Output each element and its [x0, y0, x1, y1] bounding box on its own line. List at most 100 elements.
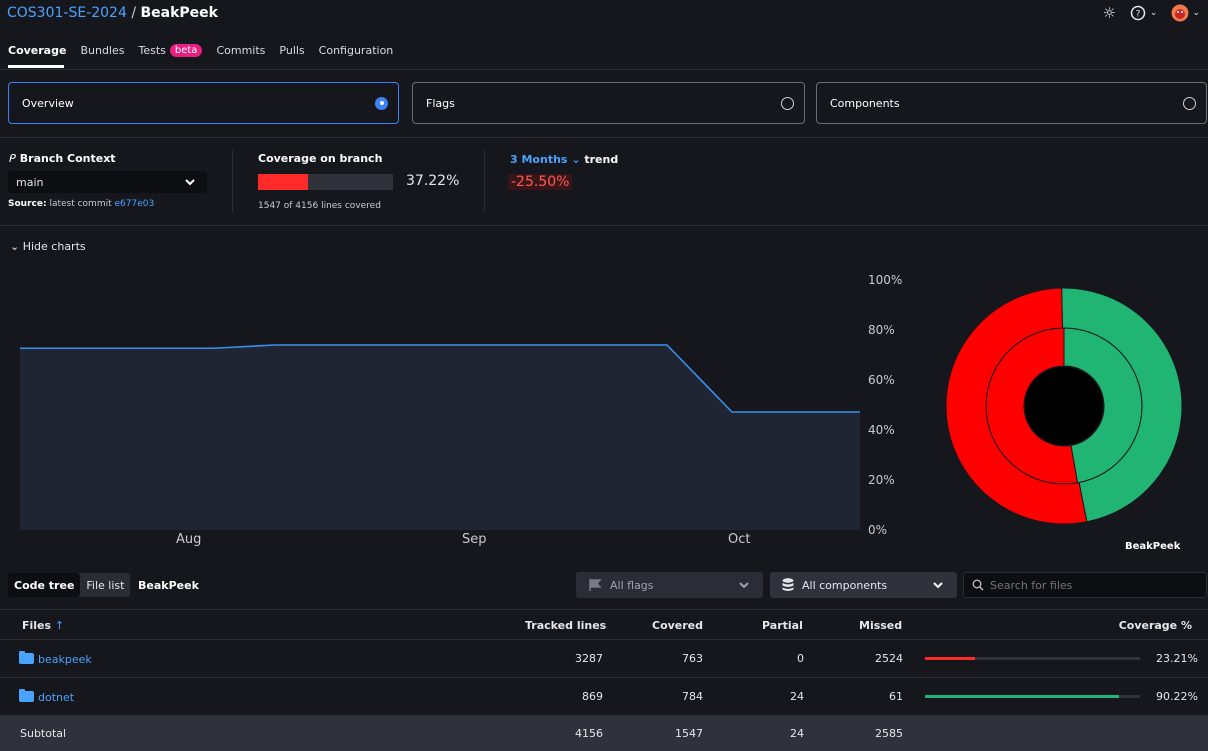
chevron-down-icon: ⌄	[1149, 8, 1158, 18]
tab-coverage[interactable]: Coverage	[8, 44, 66, 57]
active-tab-underline	[8, 65, 64, 68]
missed-cell: 61	[889, 690, 903, 703]
flags-dropdown[interactable]: All flags	[576, 572, 763, 598]
x-tick-label: Oct	[728, 532, 751, 547]
trend-period-select[interactable]: 3 Months ⌄	[510, 153, 581, 166]
folder-link-dotnet[interactable]: dotnet	[19, 689, 74, 704]
flags-card[interactable]: Flags	[412, 82, 805, 124]
divider	[0, 69, 1208, 70]
covered-cell: 763	[682, 652, 703, 665]
source-text: latest commit	[49, 199, 112, 209]
x-tick-label: Sep	[462, 532, 487, 547]
y-tick-label: 0%	[868, 523, 888, 537]
trend-label-text: trend	[584, 153, 619, 166]
header-actions: ☼ ? ⌄ ⌄	[1102, 4, 1200, 22]
beta-badge: beta	[169, 44, 203, 57]
row-coverage-bar-fill	[925, 657, 975, 660]
partial-cell: 0	[797, 652, 804, 665]
tab-bundles[interactable]: Bundles	[80, 44, 124, 57]
tree-breadcrumb[interactable]: BeakPeek	[138, 579, 199, 592]
top-header: COS301-SE-2024 / BeakPeek ☼ ? ⌄ ⌄	[0, 0, 1208, 28]
x-tick-label: Aug	[176, 532, 202, 547]
coverage-cell: 90.22%	[1156, 690, 1198, 703]
trend-value: -25.50%	[508, 174, 573, 190]
chevron-down-icon	[933, 581, 943, 588]
row-coverage-bar	[925, 695, 1140, 698]
column-label: Files	[22, 619, 52, 632]
tab-label: Pulls	[279, 44, 305, 57]
tab-label: Coverage	[8, 44, 67, 57]
tab-label: Configuration	[318, 44, 394, 57]
coverage-cell: 23.21%	[1156, 652, 1198, 665]
components-card[interactable]: Components	[816, 82, 1207, 124]
view-mode-toggle: Code tree File list	[8, 573, 131, 597]
trend-value-text: -25.50%	[511, 174, 570, 190]
chevron-down-icon: ⌄	[1192, 8, 1200, 18]
file-list-button[interactable]: File list	[80, 573, 130, 597]
folder-icon	[19, 689, 34, 702]
coverage-bar-fill	[258, 174, 309, 190]
divider	[484, 150, 485, 212]
tracked-lines-header[interactable]: Tracked lines	[525, 619, 606, 632]
y-tick-label: 100%	[868, 273, 903, 287]
code-tree-button[interactable]: Code tree	[8, 573, 81, 597]
branch-label-text: Branch Context	[19, 152, 116, 165]
tab-pulls[interactable]: Pulls	[279, 44, 304, 57]
coverage-percent-header[interactable]: Coverage %	[1119, 619, 1192, 632]
folder-name: beakpeek	[38, 653, 92, 666]
tracked-cell: 869	[582, 690, 603, 703]
avatar[interactable]: ⌄	[1171, 4, 1200, 22]
tab-configuration[interactable]: Configuration	[319, 44, 394, 57]
branch-context-label: ᑭ Branch Context	[9, 152, 116, 165]
breadcrumb-separator: /	[131, 5, 137, 21]
covered-header[interactable]: Covered	[652, 619, 703, 632]
coverage-on-branch-label: Coverage on branch	[258, 152, 383, 165]
chevron-down-icon	[185, 178, 195, 185]
repo-name[interactable]: BeakPeek	[141, 5, 219, 21]
coverage-bar	[258, 174, 393, 190]
branch-value: main	[16, 175, 44, 189]
repo-tabs: Coverage Bundles Tests beta Commits Pulls…	[8, 44, 393, 57]
sunburst-label: BeakPeek	[1125, 541, 1181, 552]
search-input[interactable]	[990, 578, 1190, 592]
tab-label: Commits	[216, 44, 266, 57]
folder-link-beakpeek[interactable]: beakpeek	[19, 651, 92, 666]
hide-charts-toggle[interactable]: ⌄ Hide charts	[10, 240, 86, 253]
branch-select[interactable]: main	[8, 171, 207, 193]
overview-card[interactable]: Overview	[8, 82, 399, 124]
org-link[interactable]: COS301-SE-2024	[7, 5, 127, 21]
source-label: Source:	[8, 199, 47, 209]
donut-hole	[1025, 367, 1103, 445]
svg-text:?: ?	[1136, 10, 1141, 20]
covered-cell: 784	[682, 690, 703, 703]
subtotal-label: Subtotal	[20, 727, 67, 740]
y-tick-label: 20%	[868, 473, 895, 487]
radio-selected-icon	[375, 96, 388, 110]
components-dropdown[interactable]: All components	[770, 572, 957, 598]
missed-header[interactable]: Missed	[859, 619, 902, 632]
y-tick-label: 40%	[868, 423, 895, 437]
tab-label: Bundles	[80, 44, 125, 57]
hide-charts-label: Hide charts	[22, 240, 86, 253]
commit-link[interactable]: e677e03	[115, 199, 155, 209]
table-row: beakpeek 3287 763 0 2524 23.21%	[0, 639, 1208, 677]
files-column-header[interactable]: Files ↑	[22, 619, 64, 632]
divider	[0, 609, 1208, 610]
chevron-down-icon: ⌄	[10, 240, 20, 253]
radio-icon	[781, 96, 794, 110]
divider	[232, 150, 233, 212]
sun-icon[interactable]: ☼	[1102, 4, 1115, 22]
search-field[interactable]	[963, 572, 1207, 598]
arrow-up-icon: ↑	[54, 619, 65, 632]
divider	[0, 137, 1208, 138]
tab-commits[interactable]: Commits	[216, 44, 265, 57]
branch-icon: ᑭ	[9, 152, 16, 165]
row-coverage-bar	[925, 657, 1140, 660]
tab-tests[interactable]: Tests beta	[138, 44, 203, 57]
partial-header[interactable]: Partial	[762, 619, 803, 632]
coverage-trend-chart	[20, 344, 860, 530]
help-icon[interactable]: ? ⌄	[1130, 5, 1158, 21]
trend-period: 3 Months	[510, 153, 568, 166]
y-tick-label: 80%	[868, 323, 895, 337]
folder-icon	[19, 651, 34, 664]
